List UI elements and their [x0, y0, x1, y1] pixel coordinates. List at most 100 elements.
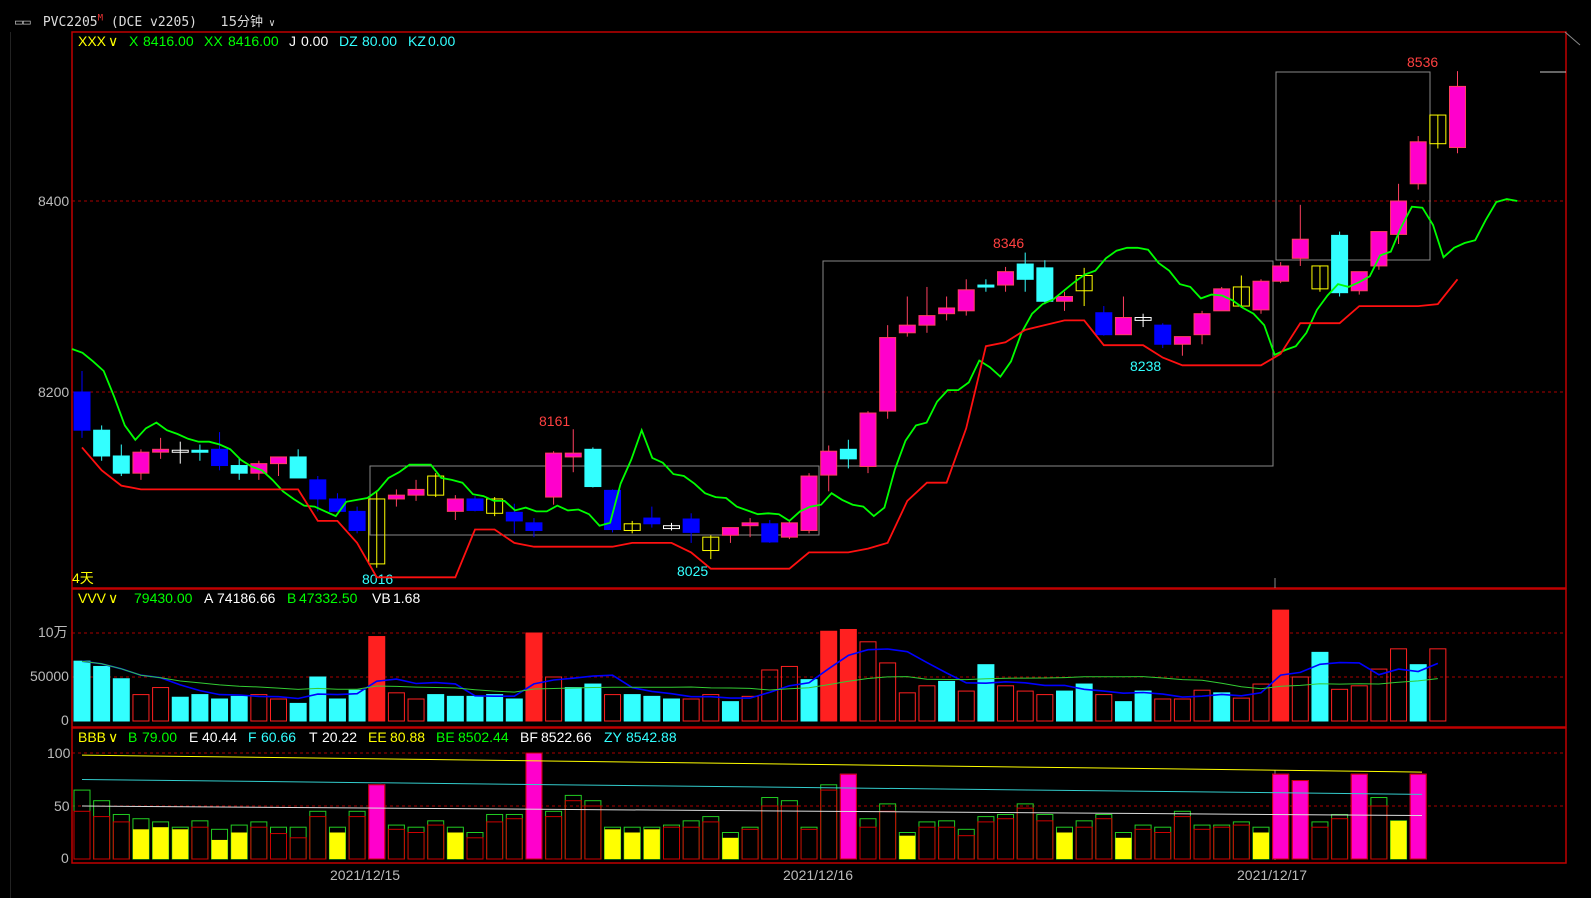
lower-inner-bar — [1154, 832, 1172, 860]
high-label-8161: 8161 — [539, 413, 570, 429]
volume-bar — [1390, 648, 1408, 722]
lower-inner-bar — [1173, 816, 1191, 860]
candle-body — [545, 452, 563, 498]
volume-bar — [721, 701, 739, 722]
volume-b-label: B — [287, 590, 296, 606]
lower-inner-bar — [899, 835, 916, 859]
lower-outer-bar — [1134, 824, 1152, 860]
volume-legend: VVV ∨ 79430.00 A 74186.66 B 47332.50 VB … — [78, 590, 420, 606]
lower-inner-bar — [1016, 807, 1034, 860]
lower-outer-bar — [93, 800, 111, 860]
lower-outer-bar — [407, 826, 425, 860]
volume-a-value: 74186.66 — [217, 590, 276, 606]
chevron-down-icon[interactable]: ∨ — [108, 33, 118, 49]
volume-bar — [446, 695, 464, 722]
lower-outer-bar — [1075, 820, 1093, 860]
volume-bar — [879, 662, 897, 722]
volume-bar — [289, 702, 307, 722]
volume-ma-short — [81, 648, 1439, 700]
volume-bar — [1311, 651, 1329, 722]
lower-f-value: 60.66 — [261, 729, 296, 745]
lower-tick-100: 100 — [47, 745, 71, 761]
candle-body — [348, 510, 366, 531]
volume-bar — [1114, 701, 1132, 722]
lower-inner-bar — [172, 829, 189, 859]
lower-indicator-name[interactable]: BBB — [78, 729, 106, 745]
lower-inner-bar — [447, 832, 464, 859]
main-indicator-name[interactable]: XXX — [78, 33, 107, 49]
volume-bar — [741, 695, 759, 722]
main-kz-label: KZ — [408, 33, 426, 49]
candle-body — [997, 271, 1015, 286]
lower-inner-bar — [604, 829, 621, 859]
volume-bar — [780, 665, 798, 722]
lower-inner-bar — [289, 837, 307, 860]
lower-outer-bar — [525, 752, 543, 860]
candle-body — [407, 488, 425, 496]
main-j-label: J — [289, 33, 296, 49]
candle-body — [1370, 231, 1388, 267]
lower-inner-bar — [309, 816, 327, 860]
lower-inner-bar — [859, 826, 877, 860]
lower-outer-bar — [1213, 824, 1231, 860]
volume-bar — [191, 694, 209, 722]
lower-outer-bar — [1016, 803, 1034, 860]
lower-be-label: BE — [436, 729, 455, 745]
lower-outer-bar — [1272, 773, 1290, 860]
lower-outer-bar — [997, 813, 1015, 860]
lower-panel-frame — [71, 727, 1567, 864]
candle-body — [820, 450, 838, 476]
lower-zy-value: 8542.88 — [626, 729, 677, 745]
volume-bar — [407, 698, 425, 722]
lower-legend: BBB ∨ B 79.00 E 40.44 F 60.66 T 20.22 EE… — [78, 729, 677, 745]
lower-line-ee — [81, 754, 1423, 773]
candle-body — [1154, 324, 1172, 345]
main-j-value: 0.00 — [301, 33, 328, 49]
lower-outer-bar — [1232, 821, 1250, 860]
candle-body — [505, 511, 523, 522]
lower-outer-bar — [938, 820, 956, 860]
lower-inner-bar — [250, 826, 268, 860]
volume-tick-50k: 50000 — [30, 668, 69, 684]
candle-body — [839, 448, 857, 460]
candle-body — [938, 307, 956, 315]
main-xx-value: 8416.00 — [228, 33, 279, 49]
lower-inner-bar — [231, 832, 248, 859]
lower-line-e — [81, 805, 1423, 817]
lower-outer-bar — [191, 820, 209, 860]
lower-outer-bar — [820, 784, 838, 860]
lower-outer-bar — [564, 794, 582, 860]
candle-body — [898, 324, 916, 334]
chevron-down-icon[interactable]: ∨ — [108, 729, 118, 745]
lower-line-f — [81, 779, 1423, 795]
chevron-down-icon[interactable]: ∨ — [108, 590, 118, 606]
lower-outer-bar — [73, 789, 91, 860]
volume-bar — [73, 660, 91, 722]
candle-body — [309, 479, 327, 500]
volume-indicator-name[interactable]: VVV — [78, 590, 107, 606]
lower-inner-bar — [624, 832, 641, 859]
volume-bar — [525, 632, 543, 722]
volume-bar — [859, 641, 877, 722]
lower-outer-bar — [702, 816, 720, 860]
main-dz-value: 80.00 — [362, 33, 397, 49]
lower-inner-bar — [643, 829, 660, 859]
lower-inner-bar — [977, 821, 995, 860]
volume-bar — [1429, 648, 1447, 722]
volume-v1-value: 79430.00 — [134, 590, 193, 606]
lower-outer-bar — [1154, 826, 1172, 860]
volume-bar — [1291, 676, 1309, 722]
volume-bar — [152, 687, 170, 722]
lower-e-label: E — [189, 729, 198, 745]
candle-body — [741, 522, 759, 527]
volume-tick-100k: 10万 — [38, 624, 68, 640]
candle-body — [1449, 85, 1466, 149]
candle-body — [977, 284, 995, 288]
lower-outer-bar — [800, 826, 818, 860]
volume-tick-0: 0 — [61, 712, 69, 728]
candle-body — [73, 391, 91, 431]
candle-body — [525, 522, 543, 531]
volume-bar — [997, 685, 1015, 722]
chart-canvas[interactable]: XXX ∨ X 8416.00 XX 8416.00 J 0.00 DZ 80.… — [0, 0, 1591, 898]
volume-bar — [1213, 692, 1231, 722]
